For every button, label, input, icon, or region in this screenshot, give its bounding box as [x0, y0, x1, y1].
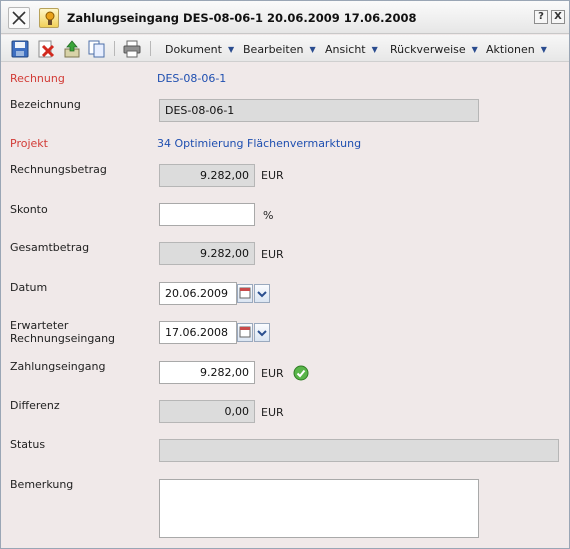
status-field[interactable]: [159, 439, 559, 462]
menu-label: Aktionen: [486, 43, 535, 56]
toolbar: Dokument ▼ Bearbeiten ▼ Ansicht ▼ Rückverwe…: [1, 35, 569, 62]
skonto-unit: %: [263, 209, 274, 222]
zahlungseingang-label: Zahlungseingang: [10, 360, 106, 373]
zahlungseingang-unit: EUR: [261, 367, 284, 380]
window-title: Zahlungseingang DES-08-06-1 20.06.2009 1…: [67, 11, 417, 25]
erwarteter-rechnungseingang-input[interactable]: 17.06.2008: [159, 321, 237, 344]
bezeichnung-label: Bezeichnung: [10, 98, 81, 111]
erwarteter-rechnungseingang-label: Erwarteter Rechnungseingang: [10, 319, 115, 345]
menu-ansicht[interactable]: Ansicht ▼: [325, 43, 378, 56]
caret-down-icon: ▼: [227, 45, 235, 54]
projekt-label: Projekt: [10, 137, 48, 150]
rechnungsbetrag-field[interactable]: 9.282,00: [159, 164, 255, 187]
calendar-icon: [239, 287, 251, 299]
menu-rueckverweise[interactable]: Rückverweise ▼: [390, 43, 478, 56]
caret-down-icon: ▼: [309, 45, 316, 54]
bemerkung-textarea[interactable]: [159, 479, 479, 538]
erwarteter-calendar-button[interactable]: [237, 323, 253, 342]
gesamtbetrag-field[interactable]: 9.282,00: [159, 242, 255, 265]
menu-label: Dokument: [165, 43, 222, 56]
chevron-down-icon: [257, 330, 267, 337]
zahlungseingang-input[interactable]: 9.282,00: [159, 361, 255, 384]
label-line: Rechnungseingang: [10, 332, 116, 345]
coin-person-icon: [45, 11, 55, 25]
rechnungsbetrag-label: Rechnungsbetrag: [10, 163, 107, 176]
delete-icon[interactable]: [37, 40, 55, 58]
print-icon[interactable]: [123, 40, 141, 58]
skonto-label: Skonto: [10, 203, 48, 216]
differenz-unit: EUR: [261, 406, 284, 419]
rechnung-label: Rechnung: [10, 72, 65, 85]
menu-bearbeiten[interactable]: Bearbeiten ▼: [243, 43, 316, 56]
bezeichnung-field[interactable]: DES-08-06-1: [159, 99, 479, 122]
skonto-input[interactable]: [159, 203, 255, 226]
export-icon[interactable]: [63, 40, 81, 58]
bemerkung-label: Bemerkung: [10, 478, 74, 491]
payment-app-icon: [39, 8, 59, 28]
check-circle-icon: [293, 365, 309, 381]
datum-calendar-button[interactable]: [237, 284, 253, 303]
datum-input[interactable]: 20.06.2009: [159, 282, 237, 305]
caret-down-icon: ▼: [371, 45, 378, 54]
rechnung-link[interactable]: DES-08-06-1: [157, 72, 226, 85]
title-close-button[interactable]: X: [551, 10, 565, 24]
rechnungsbetrag-unit: EUR: [261, 169, 284, 182]
close-icon: [12, 11, 26, 25]
menu-label: Rückverweise: [390, 43, 466, 56]
toolbar-separator: [150, 41, 151, 56]
close-window-button[interactable]: [8, 7, 30, 29]
caret-down-icon: ▼: [471, 45, 478, 54]
datum-dropdown-button[interactable]: [254, 284, 270, 303]
datum-label: Datum: [10, 281, 48, 294]
toolbar-separator: [114, 41, 115, 56]
copy-icon[interactable]: [88, 40, 106, 58]
label-line: Erwarteter: [10, 319, 69, 332]
status-label: Status: [10, 438, 46, 451]
erwarteter-dropdown-button[interactable]: [254, 323, 270, 342]
menu-aktionen[interactable]: Aktionen ▼: [486, 43, 547, 56]
help-button[interactable]: ?: [534, 10, 548, 24]
differenz-field[interactable]: 0,00: [159, 400, 255, 423]
calendar-icon: [239, 326, 251, 338]
title-bar: Zahlungseingang DES-08-06-1 20.06.2009 1…: [1, 1, 569, 34]
dialog-window: Zahlungseingang DES-08-06-1 20.06.2009 1…: [0, 0, 570, 549]
menu-label: Ansicht: [325, 43, 366, 56]
projekt-link[interactable]: 34 Optimierung Flächenvermarktung: [157, 137, 361, 150]
payment-form: Rechnung DES-08-06-1 Bezeichnung DES-08-…: [1, 63, 569, 549]
menu-dokument[interactable]: Dokument ▼: [165, 43, 234, 56]
differenz-label: Differenz: [10, 399, 60, 412]
chevron-down-icon: [257, 291, 267, 298]
gesamtbetrag-label: Gesamtbetrag: [10, 241, 90, 254]
gesamtbetrag-unit: EUR: [261, 248, 284, 261]
save-icon[interactable]: [11, 40, 29, 58]
caret-down-icon: ▼: [540, 45, 547, 54]
menu-label: Bearbeiten: [243, 43, 304, 56]
